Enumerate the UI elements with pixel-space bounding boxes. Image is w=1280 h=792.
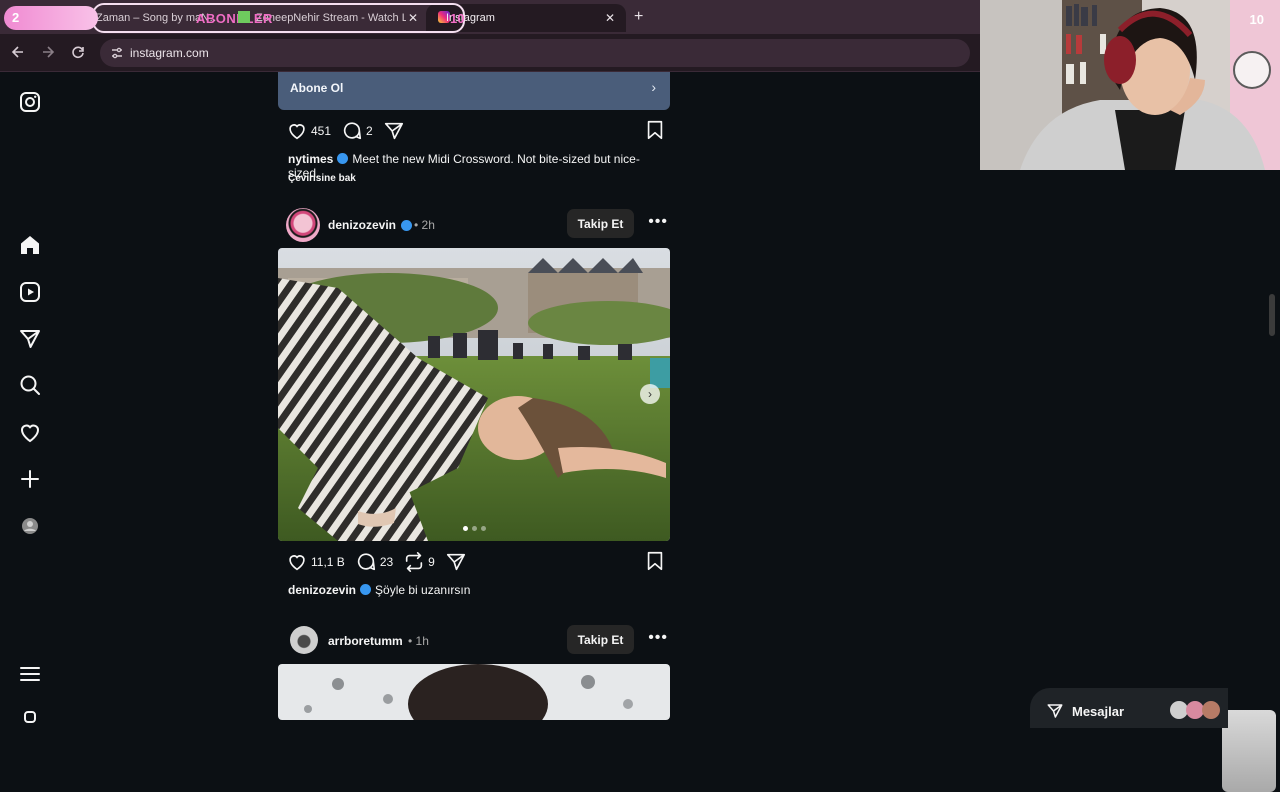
menu-hamburger-icon[interactable] bbox=[18, 662, 42, 686]
post-actions: 11,1 B 23 9 bbox=[286, 550, 666, 574]
comment-icon bbox=[343, 122, 362, 140]
post-image[interactable]: › bbox=[278, 248, 670, 541]
more-options-icon[interactable]: ••• bbox=[648, 629, 668, 647]
more-options-icon[interactable]: ••• bbox=[648, 213, 668, 231]
profile-avatar[interactable] bbox=[18, 514, 42, 538]
comment-button[interactable]: 23 bbox=[355, 551, 393, 573]
subscribe-banner[interactable]: Abone Ol › bbox=[278, 72, 670, 110]
search-icon[interactable] bbox=[18, 373, 42, 397]
scrollbar-thumb[interactable] bbox=[1269, 294, 1275, 336]
see-translation-link[interactable]: Çevirisine bak bbox=[288, 173, 356, 184]
direct-send-icon[interactable] bbox=[18, 327, 42, 351]
verified-badge-icon bbox=[360, 584, 372, 595]
repost-icon bbox=[406, 552, 423, 572]
like-count: 11,1 B bbox=[311, 555, 345, 569]
caption-username[interactable]: nytimes bbox=[288, 152, 333, 166]
heart-notifications-icon[interactable] bbox=[18, 420, 42, 444]
decorative-cup bbox=[1222, 710, 1276, 792]
post-time: • 1h bbox=[408, 634, 429, 648]
overlay-count-2: 10 bbox=[450, 11, 465, 26]
carousel-dot bbox=[480, 526, 486, 531]
chevron-right-icon: › bbox=[651, 79, 656, 95]
share-icon bbox=[446, 553, 465, 571]
instagram-logo-icon[interactable] bbox=[18, 90, 42, 114]
like-button[interactable]: 11,1 B bbox=[286, 551, 345, 573]
post-username[interactable]: denizozevin bbox=[328, 218, 396, 232]
threads-icon[interactable] bbox=[18, 708, 42, 732]
post-username[interactable]: arrboretumm bbox=[328, 634, 403, 648]
verified-badge-icon bbox=[401, 220, 412, 231]
sidebar-nav bbox=[0, 72, 60, 723]
heart-icon bbox=[238, 11, 250, 23]
url-text: instagram.com bbox=[130, 46, 209, 60]
follow-button[interactable]: Takip Et bbox=[567, 209, 634, 238]
share-button[interactable] bbox=[445, 551, 467, 573]
share-icon bbox=[384, 122, 403, 140]
home-icon[interactable] bbox=[18, 233, 42, 257]
post-header: arrboretumm • 1h Takip Et ••• bbox=[286, 624, 670, 660]
comment-icon bbox=[357, 553, 375, 571]
address-bar[interactable]: instagram.com bbox=[100, 39, 970, 67]
bookmark-icon[interactable] bbox=[644, 119, 666, 141]
create-plus-icon[interactable] bbox=[18, 467, 42, 491]
stream-overlay-frame bbox=[92, 3, 465, 33]
carousel-dot bbox=[462, 526, 468, 531]
post-header: denizozevin • 2h Takip Et ••• bbox=[286, 208, 670, 244]
repost-count: 9 bbox=[428, 555, 435, 569]
webcam-viewer-count: 10 bbox=[1249, 12, 1264, 27]
avatar bbox=[1202, 701, 1220, 719]
post-image[interactable] bbox=[278, 664, 670, 720]
carousel-next-button[interactable]: › bbox=[640, 384, 660, 404]
close-icon[interactable]: ✕ bbox=[605, 11, 615, 25]
heart-icon bbox=[289, 555, 305, 571]
avatar[interactable] bbox=[286, 208, 320, 242]
new-tab-plus-icon[interactable]: + bbox=[634, 8, 643, 26]
webcam-video bbox=[980, 0, 1280, 170]
park-photo bbox=[278, 248, 670, 541]
caption-text: Şöyle bi uzanırsın bbox=[375, 583, 471, 597]
overlay-label: ABONELER bbox=[196, 11, 273, 26]
forward-arrow-icon[interactable] bbox=[39, 43, 57, 61]
post-time-value: 1h bbox=[415, 634, 429, 648]
webcam-overlay: 10 bbox=[980, 0, 1280, 170]
bookmark-icon[interactable] bbox=[644, 550, 666, 572]
post-actions: 451 2 bbox=[286, 119, 666, 143]
direct-send-icon bbox=[1047, 704, 1063, 718]
overlay-count: 2 bbox=[12, 10, 20, 25]
back-arrow-icon[interactable] bbox=[9, 43, 27, 61]
site-settings-icon[interactable] bbox=[110, 46, 124, 60]
avatar[interactable] bbox=[290, 626, 318, 654]
post-time: • 2h bbox=[414, 218, 435, 232]
browser-toolbar: instagram.com bbox=[0, 34, 980, 72]
carousel-dots bbox=[278, 526, 670, 531]
follow-button[interactable]: Takip Et bbox=[567, 625, 634, 654]
snow-photo bbox=[278, 664, 670, 720]
verified-badge-icon bbox=[337, 153, 349, 164]
like-button[interactable]: 451 bbox=[286, 120, 331, 142]
messages-label: Mesajlar bbox=[1072, 704, 1125, 719]
post-time-value: 2h bbox=[421, 218, 435, 232]
heart-icon bbox=[289, 124, 305, 140]
repost-button[interactable]: 9 bbox=[403, 551, 435, 573]
caption-username[interactable]: denizozevin bbox=[288, 583, 356, 597]
post-caption: denizozevin Şöyle bi uzanırsın bbox=[288, 583, 470, 597]
browser-tabbar: Zaman – Song by maN… ZeneepNehir Stream … bbox=[0, 0, 980, 34]
comment-button[interactable]: 2 bbox=[341, 120, 373, 142]
share-button[interactable] bbox=[383, 120, 405, 142]
reload-icon[interactable] bbox=[69, 43, 87, 61]
like-count: 451 bbox=[311, 124, 332, 138]
comment-count: 2 bbox=[366, 124, 373, 138]
subscribe-label: Abone Ol bbox=[290, 81, 344, 95]
reels-icon[interactable] bbox=[18, 280, 42, 304]
messages-bar[interactable]: Mesajlar bbox=[1030, 688, 1228, 728]
carousel-dot bbox=[471, 526, 477, 531]
comment-count: 23 bbox=[379, 555, 394, 569]
